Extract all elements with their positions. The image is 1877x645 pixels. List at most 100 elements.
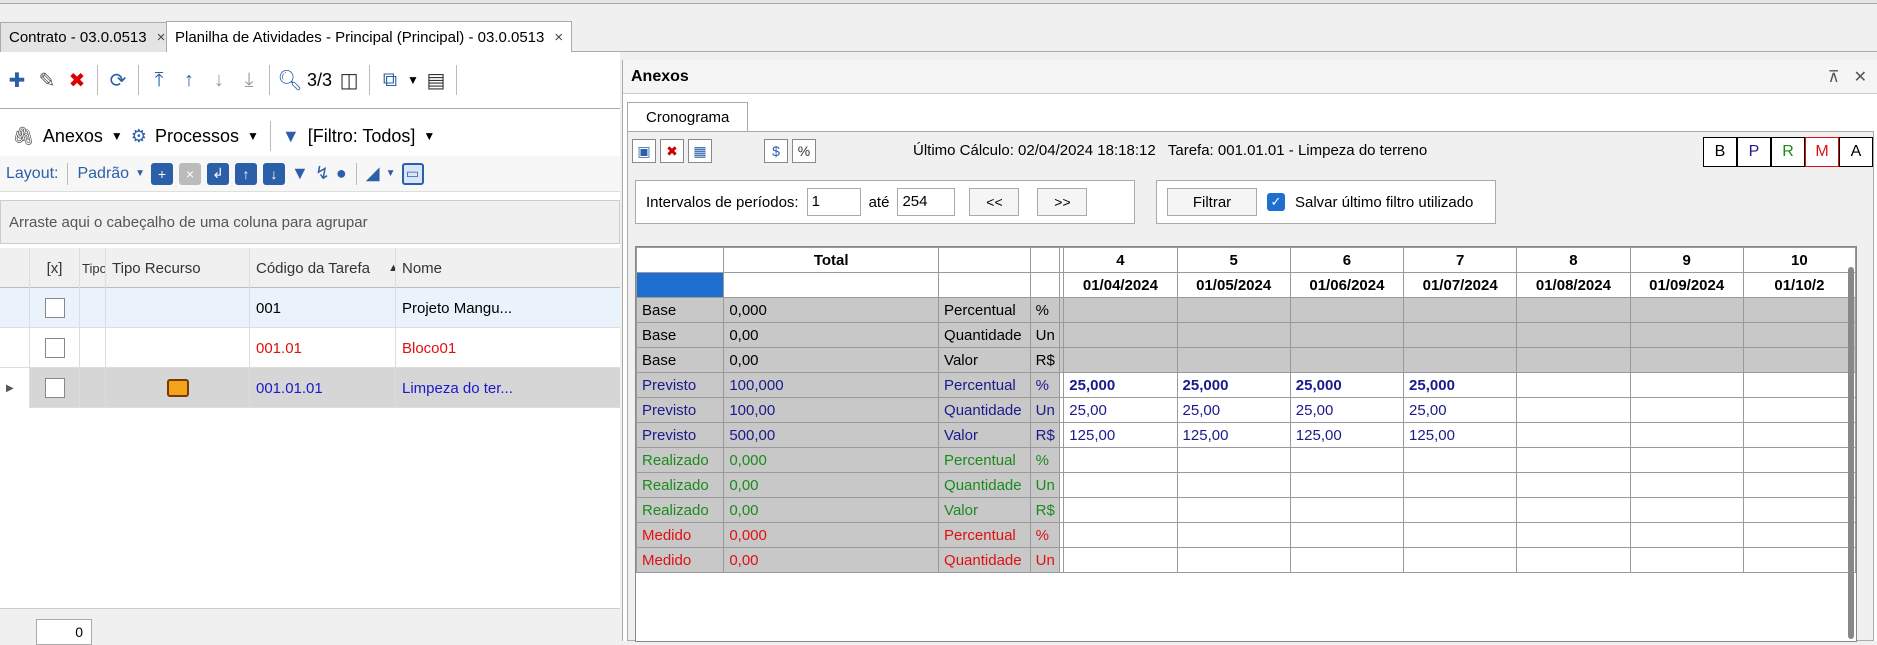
column-header-nome[interactable]: Nome (396, 248, 620, 288)
chevron-down-icon[interactable]: ▼ (247, 129, 259, 143)
period-value-cell[interactable] (1176, 497, 1291, 523)
columns-icon[interactable]: ◫ (336, 67, 362, 93)
table-row[interactable]: Previsto 100,000 Percentual% 25,000 25,000 25… (636, 372, 1856, 398)
table-row[interactable]: Realizado 0,00 Valor R$ (636, 497, 1856, 523)
move-down-icon[interactable]: ↓ (206, 67, 232, 93)
table-row[interactable]: Previsto 500,00 Valor R$ 125,00 125,00 125,00 1… (636, 422, 1856, 448)
period-value-cell[interactable]: 25,000 (1403, 372, 1518, 398)
percent-icon[interactable]: % (792, 139, 816, 163)
period-value-cell[interactable] (1063, 322, 1178, 348)
period-value-cell[interactable]: 25,000 (1289, 372, 1405, 398)
period-value-cell[interactable] (1629, 372, 1744, 398)
period-value-cell[interactable] (1176, 297, 1291, 323)
save-icon[interactable]: ▣ (632, 139, 656, 163)
period-value-cell[interactable] (1629, 322, 1744, 348)
table-row[interactable]: Previsto 100,00 Quantidade Un 25,00 25,00 25,0… (636, 397, 1856, 423)
chevron-down-icon[interactable]: ▼ (423, 129, 435, 143)
period-value-cell[interactable] (1063, 347, 1178, 373)
period-value-cell[interactable]: 125,00 (1403, 422, 1518, 448)
panel-toggle-icon[interactable]: ▭ (401, 162, 424, 185)
period-value-cell[interactable] (1063, 472, 1178, 498)
move-top-icon[interactable]: ⤒ (146, 67, 172, 93)
document-icon[interactable]: ▤ (423, 67, 449, 93)
period-value-cell[interactable] (1289, 497, 1405, 523)
period-value-cell[interactable] (1516, 297, 1631, 323)
period-value-cell[interactable] (1289, 447, 1405, 473)
table-row[interactable]: 001.01 Bloco01 (0, 328, 620, 368)
color-icon[interactable]: ● (336, 163, 347, 184)
period-value-cell[interactable] (1629, 522, 1744, 548)
period-value-cell[interactable] (1629, 547, 1744, 573)
indent-icon[interactable]: ↲ (206, 162, 229, 185)
period-value-cell[interactable] (1516, 397, 1631, 423)
period-value-cell[interactable]: 25,00 (1063, 397, 1178, 423)
period-value-cell[interactable] (1063, 447, 1178, 473)
table-row[interactable]: 001 Projeto Mangu... (0, 288, 620, 328)
column-header-check[interactable]: [x] (30, 248, 80, 288)
filtrar-button[interactable]: Filtrar (1167, 188, 1257, 216)
period-value-cell[interactable] (1176, 547, 1291, 573)
remove-row-icon[interactable]: × (178, 162, 201, 185)
move-up-icon[interactable]: ↑ (176, 67, 202, 93)
edit-icon[interactable]: ✎ (34, 67, 60, 93)
period-value-cell[interactable] (1516, 347, 1631, 373)
table-row[interactable]: Realizado 0,00 Quantidade Un (636, 472, 1856, 498)
period-value-cell[interactable] (1742, 322, 1856, 348)
period-value-cell[interactable] (1516, 522, 1631, 548)
period-value-cell[interactable] (1629, 397, 1744, 423)
from-input[interactable]: 1 (806, 188, 861, 216)
table-row[interactable]: Medido 0,000 Percentual% (636, 522, 1856, 548)
period-value-cell[interactable]: 25,000 (1176, 372, 1291, 398)
layout-select[interactable]: Padrão (77, 165, 129, 183)
to-input[interactable]: 254 (897, 188, 956, 216)
paint-icon[interactable]: ▼ (291, 163, 309, 184)
period-value-cell[interactable] (1629, 347, 1744, 373)
period-value-cell[interactable] (1742, 472, 1856, 498)
table-row-selected[interactable]: ▶ 001.01.01 Limpeza do ter... (0, 368, 620, 408)
delete-icon[interactable]: ✖ (660, 139, 684, 163)
close-icon[interactable]: × (554, 29, 563, 46)
period-value-cell[interactable] (1289, 522, 1405, 548)
download-icon[interactable]: ↓ (262, 162, 285, 185)
salvar-checkbox[interactable]: ✓ (1267, 193, 1285, 211)
period-value-cell[interactable] (1742, 422, 1856, 448)
period-value-cell[interactable] (1403, 322, 1518, 348)
period-value-cell[interactable]: 25,00 (1176, 397, 1291, 423)
period-value-cell[interactable] (1742, 347, 1856, 373)
period-value-cell[interactable] (1516, 472, 1631, 498)
period-value-cell[interactable] (1063, 547, 1178, 573)
period-value-cell[interactable] (1403, 297, 1518, 323)
toggle-previsto[interactable]: P (1737, 137, 1771, 167)
selected-cell[interactable] (636, 272, 725, 298)
period-value-cell[interactable] (1289, 297, 1405, 323)
chevron-down-icon[interactable]: ▼ (386, 168, 396, 179)
page-input[interactable]: 0 (36, 619, 92, 645)
period-value-cell[interactable]: 25,00 (1289, 397, 1405, 423)
prev-button[interactable]: << (969, 188, 1020, 216)
toggle-medido[interactable]: M (1805, 137, 1839, 167)
period-value-cell[interactable]: 25,000 (1063, 372, 1178, 398)
period-value-cell[interactable] (1176, 447, 1291, 473)
period-value-cell[interactable] (1403, 347, 1518, 373)
group-by-area[interactable]: Arraste aqui o cabeçalho de uma coluna p… (0, 200, 620, 244)
period-value-cell[interactable] (1742, 447, 1856, 473)
period-value-cell[interactable] (1176, 322, 1291, 348)
period-value-cell[interactable] (1516, 547, 1631, 573)
period-value-cell[interactable]: 25,00 (1403, 397, 1518, 423)
upload-icon[interactable]: ↑ (234, 162, 257, 185)
period-value-cell[interactable] (1516, 447, 1631, 473)
period-value-cell[interactable]: 125,00 (1063, 422, 1178, 448)
period-value-cell[interactable] (1289, 547, 1405, 573)
period-value-cell[interactable] (1742, 522, 1856, 548)
table-row[interactable]: Base 0,00 Quantidade Un (636, 322, 1856, 348)
period-value-cell[interactable] (1176, 522, 1291, 548)
processos-button[interactable]: Processos (155, 126, 239, 147)
column-header-codigo[interactable]: Código da Tarefa ▲ (250, 248, 396, 288)
row-checkbox[interactable] (44, 338, 65, 358)
period-value-cell[interactable] (1289, 322, 1405, 348)
chart-icon[interactable]: ◢ (366, 163, 380, 184)
vertical-scrollbar[interactable] (1848, 267, 1854, 639)
refresh-icon[interactable]: ⟳ (105, 67, 131, 93)
table-row[interactable]: Base 0,000 Percentual% (636, 297, 1856, 323)
period-value-cell[interactable] (1629, 497, 1744, 523)
